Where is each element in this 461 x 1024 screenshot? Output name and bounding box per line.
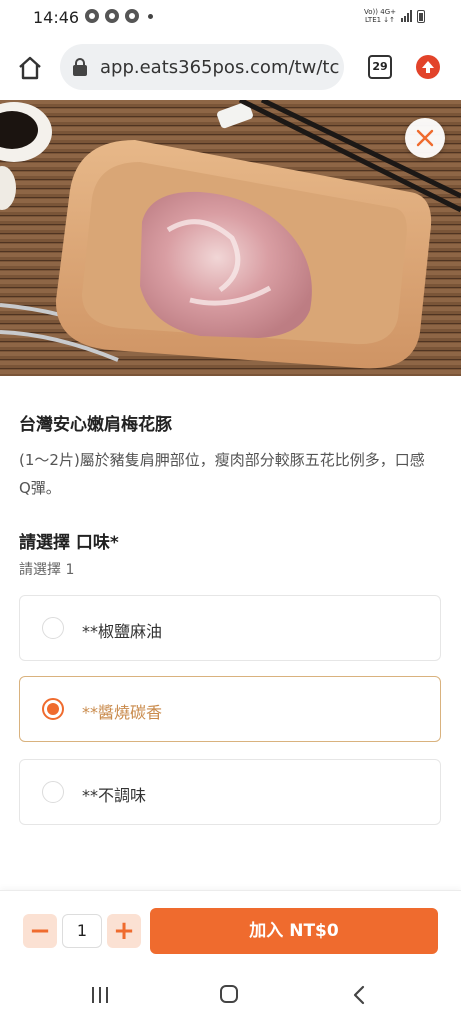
chrome-notification-icon [125,9,139,23]
browser-toolbar: app.eats365pos.com/tw/tc 29 [0,36,461,100]
product-image [0,100,461,376]
chrome-notification-icon [105,9,119,23]
recent-apps-icon[interactable] [90,986,110,1004]
chrome-notification-icon [85,9,99,23]
quantity-field[interactable]: 1 [62,914,102,948]
status-time: 14:46 [33,8,80,27]
close-icon [416,129,434,147]
product-description: (1～2片)屬於豬隻肩胛部位，瘦肉部分較豚五花比例多，口感 Q彈。 [19,451,425,497]
close-button[interactable] [405,118,445,158]
minus-icon: − [29,916,51,946]
radio-button[interactable] [42,781,64,803]
product-title: 台灣安心嫩肩梅花豚 [19,415,172,435]
tab-switcher-button[interactable]: 29 [368,55,392,79]
flavor-option[interactable]: **不調味 [19,759,441,825]
more-notifications-icon [148,13,153,19]
url-bar[interactable]: app.eats365pos.com/tw/tc [60,44,344,90]
radio-button[interactable] [42,617,64,639]
flavor-section-subtitle: 請選擇 1 [19,562,75,578]
status-bar: 14:46 Vo)) 4G+ LTE1 ↓↑ [0,0,461,36]
plus-icon: + [113,916,135,946]
decrease-quantity-button[interactable]: − [23,914,57,948]
flavor-option-label: **椒鹽麻油 [82,622,163,641]
add-to-cart-button[interactable]: 加入 NT$0 [150,908,438,954]
network-indicator: Vo)) 4G+ LTE1 ↓↑ [364,8,396,24]
system-nav-bar [0,966,461,1024]
home-nav-icon[interactable] [220,985,238,1003]
flavor-option-label: **醬燒碳香 [82,703,163,722]
signal-icon [401,10,412,22]
battery-icon [417,9,425,23]
flavor-section-title: 請選擇 口味* [19,533,119,553]
flavor-option[interactable]: **椒鹽麻油 [19,595,441,661]
notification-icons [85,9,153,23]
increase-quantity-button[interactable]: + [107,914,141,948]
lock-icon [73,58,87,76]
back-icon[interactable] [352,985,366,1005]
home-icon[interactable] [16,54,44,82]
update-icon[interactable] [416,55,440,79]
radio-button[interactable] [42,698,64,720]
flavor-option-label: **不調味 [82,786,147,805]
flavor-option-selected[interactable]: **醬燒碳香 [19,676,441,742]
status-right: Vo)) 4G+ LTE1 ↓↑ [364,8,425,24]
url-text: app.eats365pos.com/tw/tc [100,57,340,78]
cart-action-bar: − 1 + 加入 NT$0 [0,890,461,967]
